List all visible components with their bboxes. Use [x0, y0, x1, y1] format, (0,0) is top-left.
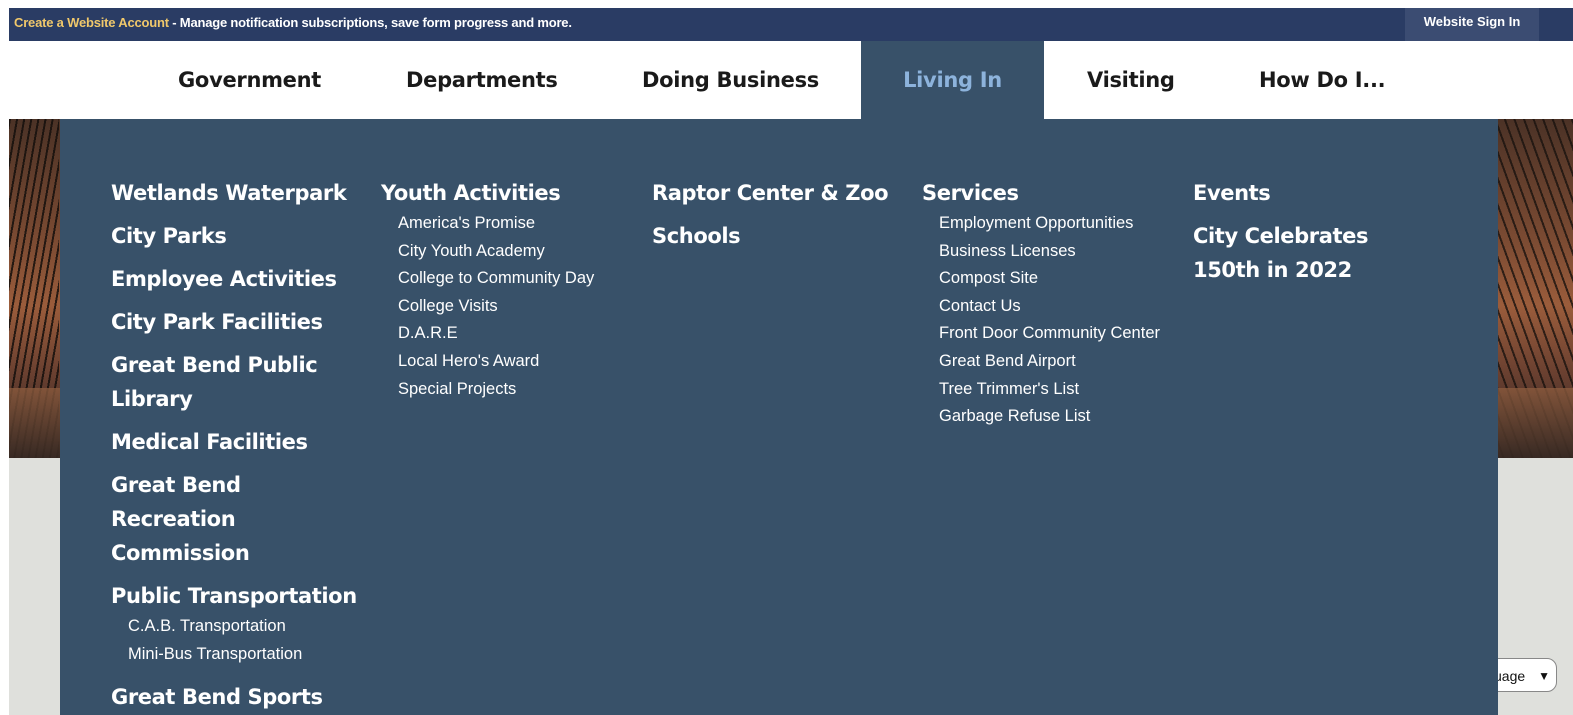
- language-select-value: uage: [1494, 668, 1526, 684]
- menu-link-sports-complex[interactable]: Great Bend Sports Complex: [111, 680, 331, 715]
- menu-link-public-library[interactable]: Great Bend Public Library: [111, 348, 331, 416]
- menu-sublink-great-bend-airport[interactable]: Great Bend Airport: [922, 348, 1192, 376]
- notice-text: - Manage notification subscriptions, sav…: [168, 15, 572, 30]
- menu-sublink-business-licenses[interactable]: Business Licenses: [922, 238, 1192, 266]
- nav-how-do-i[interactable]: How Do I...: [1259, 41, 1386, 119]
- menu-sublink-minibus-transportation[interactable]: Mini-Bus Transportation: [111, 641, 371, 669]
- menu-link-events[interactable]: Events: [1193, 176, 1443, 210]
- menu-sublink-local-heros-award[interactable]: Local Hero's Award: [381, 348, 641, 376]
- create-account-link[interactable]: Create a Website Account: [14, 15, 169, 30]
- menu-sublink-cab-transportation[interactable]: C.A.B. Transportation: [111, 613, 371, 641]
- account-notice: Create a Website Account - Manage notifi…: [14, 15, 572, 30]
- menu-sublink-tree-trimmers-list[interactable]: Tree Trimmer's List: [922, 376, 1192, 404]
- menu-link-city-park-facilities[interactable]: City Park Facilities: [111, 305, 371, 339]
- menu-link-medical-facilities[interactable]: Medical Facilities: [111, 425, 371, 459]
- page: Create a Website Account - Manage notifi…: [9, 8, 1573, 715]
- menu-sublink-garbage-refuse-list[interactable]: Garbage Refuse List: [922, 403, 1192, 431]
- chevron-down-icon: ▼: [1538, 669, 1550, 683]
- menu-link-city-parks[interactable]: City Parks: [111, 219, 371, 253]
- nav-government[interactable]: Government: [178, 41, 321, 119]
- nav-doing-business[interactable]: Doing Business: [642, 41, 819, 119]
- living-in-mega-menu: Wetlands Waterpark City Parks Employee A…: [60, 119, 1498, 715]
- nav-living-in[interactable]: Living In: [861, 41, 1044, 119]
- menu-link-employee-activities[interactable]: Employee Activities: [111, 262, 371, 296]
- menu-link-city-celebrates-150th[interactable]: City Celebrates 150th in 2022: [1193, 219, 1433, 287]
- nav-visiting[interactable]: Visiting: [1087, 41, 1175, 119]
- menu-sublink-contact-us[interactable]: Contact Us: [922, 293, 1192, 321]
- menu-column-4: Services Employment Opportunities Busine…: [922, 176, 1192, 431]
- menu-sublink-employment-opportunities[interactable]: Employment Opportunities: [922, 210, 1192, 238]
- top-notification-bar: Create a Website Account - Manage notifi…: [9, 8, 1573, 41]
- menu-sublink-city-youth-academy[interactable]: City Youth Academy: [381, 238, 641, 266]
- menu-link-public-transportation[interactable]: Public Transportation: [111, 579, 371, 613]
- menu-sublink-compost-site[interactable]: Compost Site: [922, 265, 1192, 293]
- menu-link-services[interactable]: Services: [922, 176, 1192, 210]
- nav-departments[interactable]: Departments: [406, 41, 558, 119]
- menu-link-schools[interactable]: Schools: [652, 219, 912, 253]
- menu-link-raptor-center-zoo[interactable]: Raptor Center & Zoo: [652, 176, 912, 210]
- menu-sublink-college-visits[interactable]: College Visits: [381, 293, 641, 321]
- website-sign-in-button[interactable]: Website Sign In: [1405, 8, 1539, 41]
- menu-sublink-college-to-community-day[interactable]: College to Community Day: [381, 265, 641, 293]
- menu-sublink-special-projects[interactable]: Special Projects: [381, 376, 641, 404]
- menu-column-1: Wetlands Waterpark City Parks Employee A…: [111, 176, 371, 715]
- menu-link-youth-activities[interactable]: Youth Activities: [381, 176, 641, 210]
- main-nav: Government Departments Doing Business Li…: [9, 41, 1573, 119]
- menu-sublink-americas-promise[interactable]: America's Promise: [381, 210, 641, 238]
- menu-column-2: Youth Activities America's Promise City …: [381, 176, 641, 403]
- menu-sublink-front-door-community-center[interactable]: Front Door Community Center: [922, 320, 1192, 348]
- menu-link-recreation-commission[interactable]: Great Bend Recreation Commission: [111, 468, 371, 570]
- menu-column-3: Raptor Center & Zoo Schools: [652, 176, 912, 253]
- menu-column-5: Events City Celebrates 150th in 2022: [1193, 176, 1443, 287]
- menu-sublink-dare[interactable]: D.A.R.E: [381, 320, 641, 348]
- menu-link-wetlands-waterpark[interactable]: Wetlands Waterpark: [111, 176, 371, 210]
